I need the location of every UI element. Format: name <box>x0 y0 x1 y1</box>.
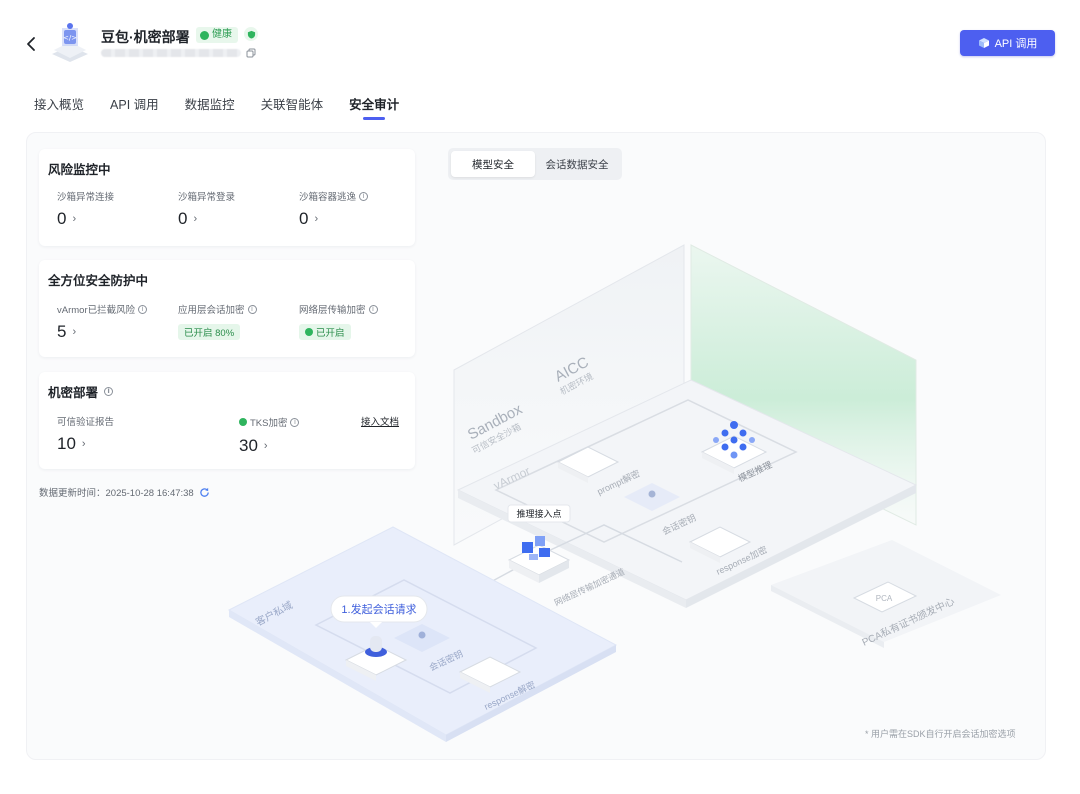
tab-monitoring[interactable]: 数据监控 <box>185 94 235 120</box>
check-circle-icon <box>200 30 209 40</box>
inference-entry-label: 推理接入点 <box>516 508 561 519</box>
page-title: 豆包·机密部署 <box>101 29 190 45</box>
health-label: 健康 <box>212 29 232 40</box>
encryption-footnote: * 用户需在SDK自行开启会话加密选项 <box>865 729 1016 739</box>
tab-bar: 接入概览 API 调用 数据监控 关联智能体 安全审计 <box>34 94 425 120</box>
tab-agents[interactable]: 关联智能体 <box>261 94 324 120</box>
app-logo-icon: </> <box>52 23 88 62</box>
tunnel-label: 网络层传输加密通道 <box>553 566 627 608</box>
segment-model-security[interactable]: 模型安全 <box>451 151 535 177</box>
endpoint-id-blurred <box>101 49 241 57</box>
key-icon <box>648 490 656 498</box>
page-header: </> 豆包·机密部署 健康 API 调用 <box>0 0 1080 80</box>
health-badge: 健康 <box>196 27 238 43</box>
key-icon <box>418 631 426 639</box>
svg-text:</>: </> <box>63 34 77 42</box>
copy-icon[interactable] <box>246 48 256 58</box>
segment-session-security[interactable]: 会话数据安全 <box>535 151 619 177</box>
risk-card-title: 风险监控中 <box>48 163 111 177</box>
tab-api[interactable]: API 调用 <box>110 94 159 120</box>
api-call-label: API 调用 <box>994 38 1038 50</box>
security-segment-control: 模型安全 会话数据安全 <box>448 148 622 180</box>
cube-icon <box>978 38 989 48</box>
start-session-label: 1.发起会话请求 <box>341 602 416 616</box>
architecture-diagram: PCA PCA私有证书颁发中心 Sandbox 可信安全沙箱 AICC 机密环境… <box>227 244 1001 742</box>
shield-icon <box>244 27 258 41</box>
pca-label: PCA <box>876 594 893 603</box>
api-call-button[interactable]: API 调用 <box>960 30 1055 56</box>
tab-overview[interactable]: 接入概览 <box>34 94 84 120</box>
tab-security-audit[interactable]: 安全审计 <box>349 94 399 120</box>
pca-platform: PCA PCA私有证书颁发中心 <box>771 540 1001 649</box>
back-arrow-icon[interactable] <box>22 34 42 54</box>
